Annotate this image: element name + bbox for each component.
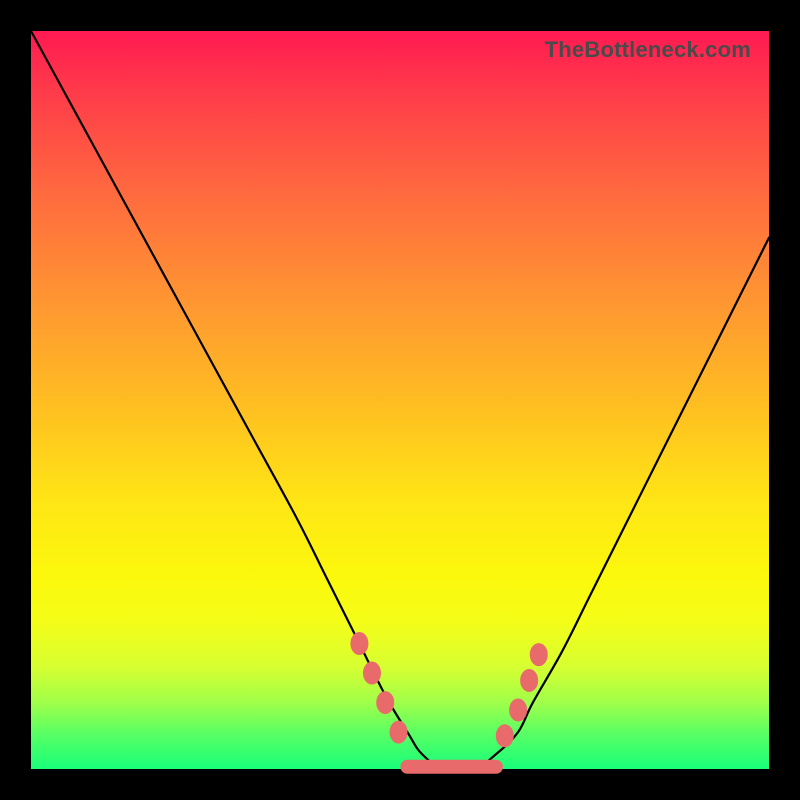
curve-markers bbox=[351, 633, 547, 747]
bottleneck-curve bbox=[31, 31, 769, 771]
curve-marker bbox=[390, 721, 407, 743]
curve-marker bbox=[377, 692, 394, 714]
curve-marker bbox=[530, 644, 547, 666]
curve-marker bbox=[521, 669, 538, 691]
plot-area: TheBottleneck.com bbox=[31, 31, 769, 769]
curve-marker bbox=[510, 699, 527, 721]
curve-marker bbox=[363, 662, 380, 684]
chart-svg bbox=[31, 31, 769, 769]
chart-frame: TheBottleneck.com bbox=[0, 0, 800, 800]
curve-marker bbox=[351, 633, 368, 655]
curve-marker bbox=[496, 725, 513, 747]
